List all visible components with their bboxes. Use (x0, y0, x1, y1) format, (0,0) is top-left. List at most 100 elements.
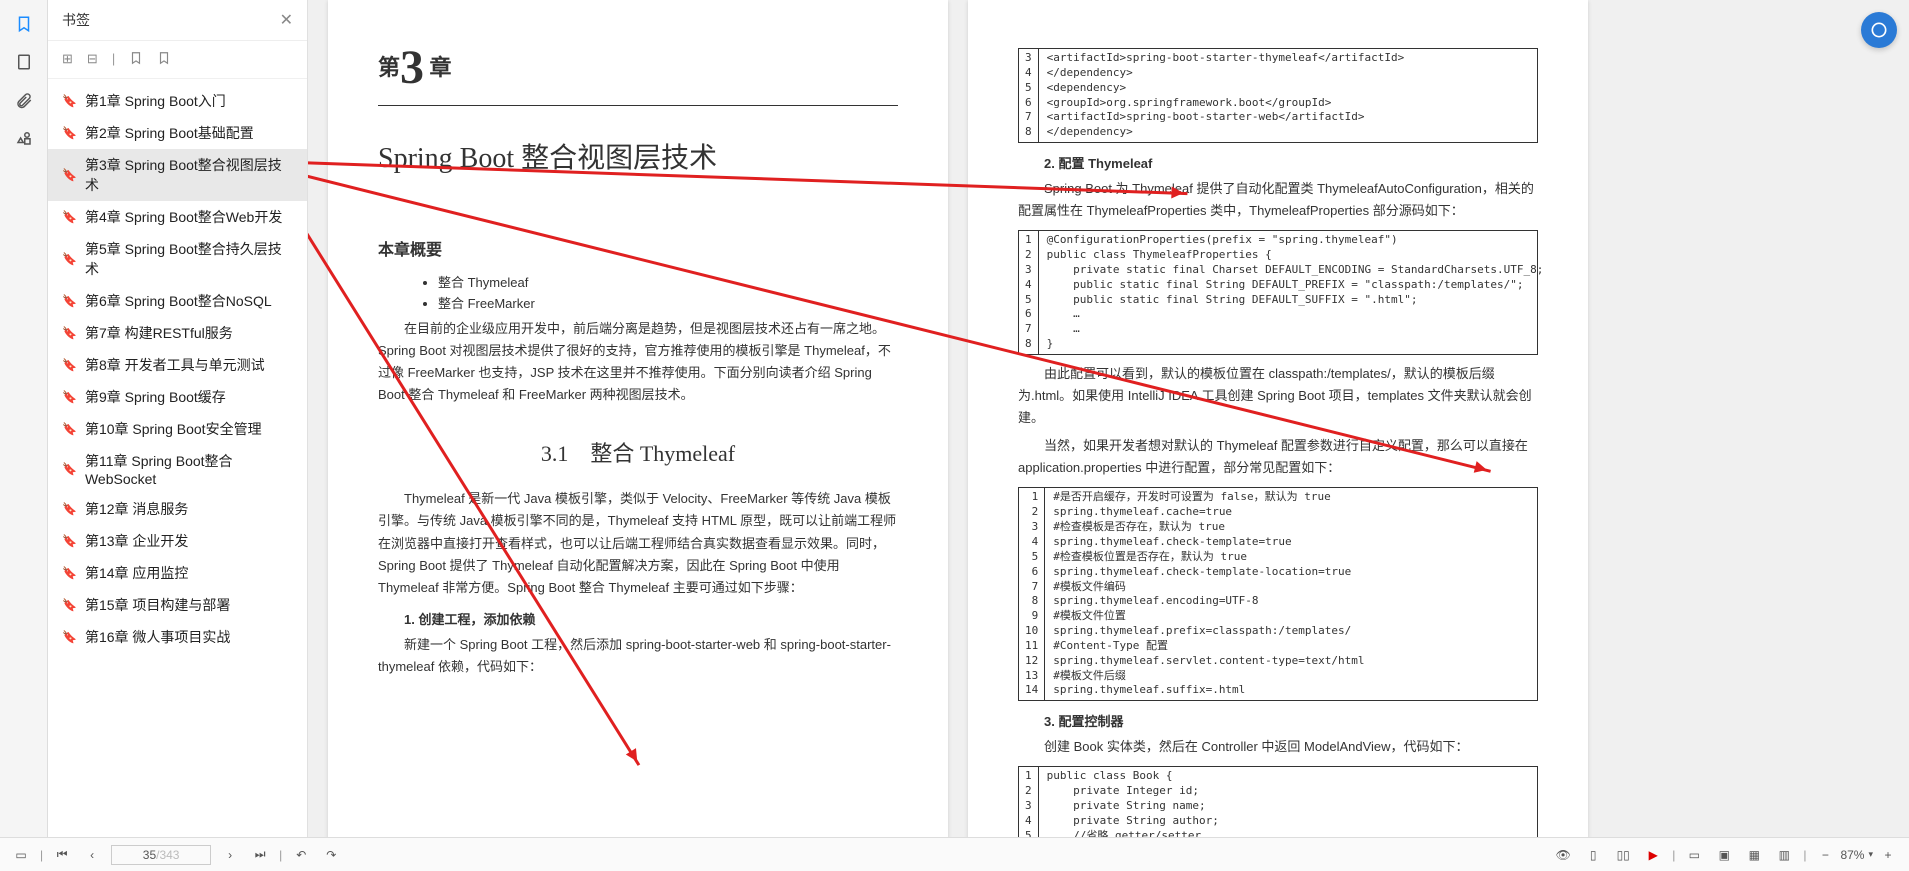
last-page-icon[interactable]: ⏭ (249, 844, 271, 866)
bookmarks-panel: 书签 ✕ ⊞ ⊟ | 🔖第1章 Spring Boot入门🔖第2章 Spring… (48, 0, 308, 871)
next-page-icon[interactable]: › (219, 844, 241, 866)
first-page-icon[interactable]: ⏮ (51, 844, 73, 866)
bookmark-item[interactable]: 🔖 第13章 企业开发 (48, 525, 307, 557)
bookmark-item[interactable]: 🔖 第16章 微人事项目实战 (48, 621, 307, 653)
bookmark-label: 第9章 Spring Boot缓存 (85, 387, 226, 407)
bookmark-item[interactable]: 🔖 第9章 Spring Boot缓存 (48, 381, 307, 413)
bookmark-icon: 🔖 (62, 534, 77, 548)
bookmark-label: 第16章 微人事项目实战 (85, 627, 230, 647)
layout-2-icon[interactable]: ▣ (1713, 844, 1735, 866)
page-number-input[interactable]: 35/343 (111, 845, 211, 865)
bookmark-label: 第8章 开发者工具与单元测试 (85, 355, 265, 375)
page-thumbs-icon[interactable] (14, 52, 34, 72)
layout-3-icon[interactable]: ▦ (1743, 844, 1765, 866)
bookmark-list: 🔖第1章 Spring Boot入门🔖第2章 Spring Boot基础配置🔖第… (48, 79, 307, 871)
bookmark-item[interactable]: 🔖第1章 Spring Boot入门 (48, 85, 307, 117)
bookmark-label: 第6章 Spring Boot整合NoSQL (85, 291, 272, 311)
paragraph: 创建 Book 实体类，然后在 Controller 中返回 ModelAndV… (1018, 736, 1538, 758)
shapes-icon[interactable] (14, 128, 34, 148)
step-heading: 1. 创建工程，添加依赖 (378, 609, 898, 628)
bookmark-icon: 🔖 (62, 598, 77, 612)
bookmark-label: 第3章 Spring Boot整合视图层技术 (85, 155, 293, 195)
panel-title: 书签 (62, 10, 90, 30)
chapter-title: Spring Boot 整合视图层技术 (378, 136, 898, 176)
rotate-right-icon[interactable]: ↷ (320, 844, 342, 866)
paragraph: 当然，如果开发者想对默认的 Thymeleaf 配置参数进行自定义配置，那么可以… (1018, 435, 1538, 479)
bookmark-icon: 🔖 (62, 358, 77, 372)
bullet-item: 整合 FreeMarker (438, 293, 898, 312)
assistant-float-button[interactable] (1861, 12, 1897, 48)
bookmark-icon: 🔖 (62, 168, 77, 182)
page-right: 345678<artifactId>spring-boot-starter-th… (968, 0, 1588, 871)
bookmark-item[interactable]: 🔖 第11章 Spring Boot整合WebSocket (48, 445, 307, 493)
bookmark-item[interactable]: 🔖 第3章 Spring Boot整合视图层技术 (48, 149, 307, 201)
rotate-left-icon[interactable]: ↶ (290, 844, 312, 866)
bookmark-item[interactable]: 🔖 第15章 项目构建与部署 (48, 589, 307, 621)
bookmark-item[interactable]: 🔖 第10章 Spring Boot安全管理 (48, 413, 307, 445)
bookmark-item[interactable]: 🔖 第5章 Spring Boot整合持久层技术 (48, 233, 307, 285)
status-bar: ▭ | ⏮ ‹ 35/343 › ⏭ | ↶ ↷ 👁 ▯ ▯▯ ▶ | ▭ ▣ … (0, 837, 1909, 871)
zoom-out-icon[interactable]: − (1814, 844, 1836, 866)
bookmark-label: 第15章 项目构建与部署 (85, 595, 230, 615)
bookmark-icon: 🔖 (62, 390, 77, 404)
bookmark-item[interactable]: 🔖 第2章 Spring Boot基础配置 (48, 117, 307, 149)
left-toolbar (0, 0, 48, 871)
bookmark-icon: 🔖 (62, 94, 77, 108)
bookmark-icon: 🔖 (62, 630, 77, 644)
bookmark-label: 第10章 Spring Boot安全管理 (85, 419, 262, 439)
collapse-all-icon[interactable]: ⊟ (87, 51, 98, 68)
bookmark-tab-icon[interactable] (14, 14, 34, 34)
bookmark-item[interactable]: 🔖第4章 Spring Boot整合Web开发 (48, 201, 307, 233)
zoom-control: − 87% ▾ + (1814, 844, 1899, 866)
section-3-1-title: 3.1 整合 Thymeleaf (378, 436, 898, 468)
bookmark-icon: 🔖 (62, 462, 77, 476)
bookmark-item[interactable]: 🔖 第14章 应用监控 (48, 557, 307, 589)
bookmark-icon: 🔖 (62, 566, 77, 580)
expand-all-icon[interactable]: ⊞ (62, 51, 73, 68)
paragraph: 在目前的企业级应用开发中，前后端分离是趋势，但是视图层技术还占有一席之地。Spr… (378, 318, 898, 406)
bookmark-icon: 🔖 (62, 422, 77, 436)
bookmark-label: 第5章 Spring Boot整合持久层技术 (85, 239, 293, 279)
add-bookmark-icon[interactable] (129, 51, 143, 68)
bookmark-label: 第14章 应用监控 (85, 563, 188, 583)
code-block: 345678<artifactId>spring-boot-starter-th… (1018, 48, 1538, 143)
paragraph: 新建一个 Spring Boot 工程，然后添加 spring-boot-sta… (378, 634, 898, 678)
chapter-number: 第3 章 (378, 40, 898, 95)
panel-tools: ⊞ ⊟ | (48, 41, 307, 79)
layout-1-icon[interactable]: ▭ (1683, 844, 1705, 866)
bookmark-item[interactable]: 🔖第12章 消息服务 (48, 493, 307, 525)
two-page-icon[interactable]: ▯▯ (1612, 844, 1634, 866)
document-view[interactable]: 第3 章 Spring Boot 整合视图层技术 本章概要 整合 Thymele… (308, 0, 1909, 871)
presentation-icon[interactable]: ▶ (1642, 844, 1664, 866)
bookmark-label: 第13章 企业开发 (85, 531, 188, 551)
step-heading: 2. 配置 Thymeleaf (1018, 153, 1538, 172)
paragraph: Spring Boot 为 Thymeleaf 提供了自动化配置类 Thymel… (1018, 178, 1538, 222)
close-icon[interactable]: ✕ (280, 10, 293, 30)
step-heading: 3. 配置控制器 (1018, 711, 1538, 730)
zoom-value[interactable]: 87% (1840, 848, 1864, 862)
bookmark-icon: 🔖 (62, 210, 77, 224)
bookmark-item[interactable]: 🔖 第8章 开发者工具与单元测试 (48, 349, 307, 381)
bookmark-icon: 🔖 (62, 294, 77, 308)
page-left: 第3 章 Spring Boot 整合视图层技术 本章概要 整合 Thymele… (328, 0, 948, 871)
bookmark-item[interactable]: 🔖第7章 构建RESTful服务 (48, 317, 307, 349)
zoom-in-icon[interactable]: + (1877, 844, 1899, 866)
bookmark-label: 第11章 Spring Boot整合WebSocket (85, 451, 293, 487)
code-block: 12345678@ConfigurationProperties(prefix … (1018, 230, 1538, 355)
bookmark-icon: 🔖 (62, 252, 77, 266)
prev-page-icon[interactable]: ‹ (81, 844, 103, 866)
bookmark-options-icon[interactable] (157, 51, 171, 68)
bullet-item: 整合 Thymeleaf (438, 272, 898, 291)
paragraph: Thymeleaf 是新一代 Java 模板引擎，类似于 Velocity、Fr… (378, 488, 898, 598)
attachment-icon[interactable] (14, 90, 34, 110)
eye-icon[interactable]: 👁 (1552, 844, 1574, 866)
bookmark-icon: 🔖 (62, 502, 77, 516)
bookmark-icon: 🔖 (62, 126, 77, 140)
bookmark-label: 第7章 构建RESTful服务 (85, 323, 233, 343)
code-block: 12345public class Book { private Integer… (1018, 766, 1538, 846)
single-page-icon[interactable]: ▯ (1582, 844, 1604, 866)
view-mode-icon[interactable]: ▭ (10, 844, 32, 866)
bookmark-item[interactable]: 🔖 第6章 Spring Boot整合NoSQL (48, 285, 307, 317)
bookmark-label: 第2章 Spring Boot基础配置 (85, 123, 254, 143)
layout-4-icon[interactable]: ▥ (1773, 844, 1795, 866)
